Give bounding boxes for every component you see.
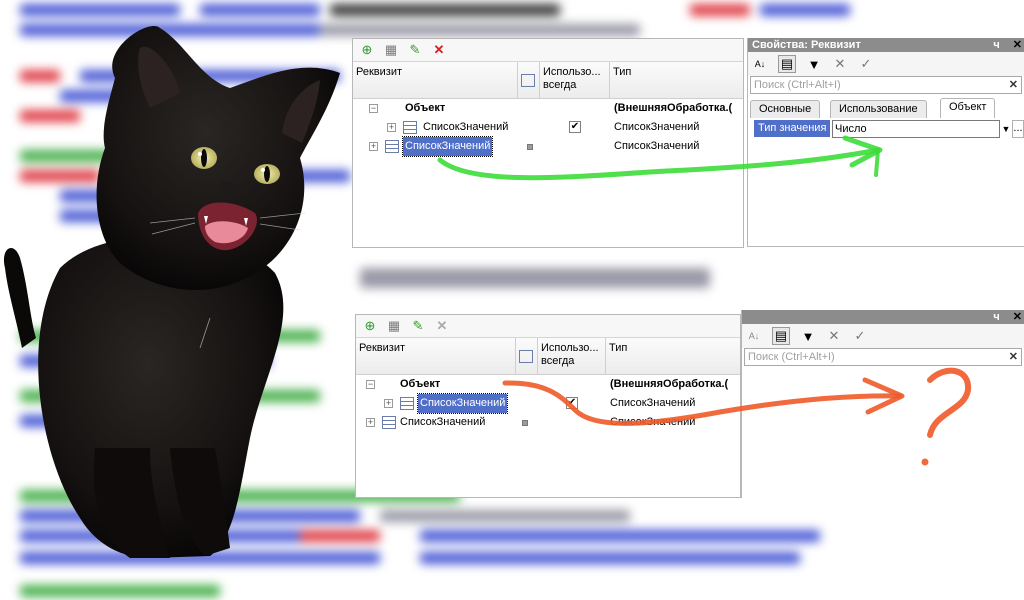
attributes-panel-top: ⊕ ▦ ✎ ✕ Реквизит Использо... всегда Тип … xyxy=(352,38,744,248)
check-icon[interactable]: ✓ xyxy=(852,328,868,344)
pin-icon[interactable]: ч xyxy=(993,39,999,51)
always-used-checkbox[interactable]: ✔ xyxy=(566,397,578,409)
copy-icon[interactable]: ▦ xyxy=(383,42,399,58)
property-label: Тип значения xyxy=(754,120,831,137)
header-column-icon[interactable] xyxy=(518,62,540,98)
expand-icon[interactable]: + xyxy=(366,418,375,427)
copy-icon[interactable]: ▦ xyxy=(386,318,402,334)
row-name-selected: СписокЗначений xyxy=(401,136,494,157)
always-used-indicator[interactable] xyxy=(527,144,533,150)
tab-main[interactable]: Основные xyxy=(750,100,821,118)
properties-tabs: Основные Использование Объект xyxy=(748,98,1024,118)
dropdown-icon[interactable]: ▼ xyxy=(1000,120,1012,138)
attributes-toolbar: ⊕ ▦ ✎ ✕ xyxy=(353,39,743,62)
properties-panel-top: Свойства: Реквизит ч ✕ A↓ ▤ ▼ ✕ ✓ Поиск … xyxy=(747,38,1024,247)
search-placeholder: Поиск (Ctrl+Alt+I) xyxy=(748,351,835,363)
close-icon[interactable]: ✕ xyxy=(1013,311,1022,323)
grid-header: Реквизит Использо... всегда Тип xyxy=(356,338,740,375)
filter-icon[interactable]: ▼ xyxy=(806,56,822,72)
cancel-icon[interactable]: ✕ xyxy=(826,328,842,344)
collapse-icon[interactable]: − xyxy=(369,104,378,113)
row-name: Объект xyxy=(405,102,446,114)
row-type: (ВнешняяОбработка.( xyxy=(610,378,729,390)
header-column-icon[interactable] xyxy=(516,338,538,374)
row-name: СписокЗначений xyxy=(423,121,509,133)
properties-title-bar: Свойства: Реквизит ч ✕ xyxy=(748,38,1024,52)
row-name: Объект xyxy=(400,378,441,390)
close-icon[interactable]: ✕ xyxy=(1013,39,1022,51)
clear-search-icon[interactable]: ✕ xyxy=(1009,77,1018,93)
property-value-type: Тип значения Число ▼ ... xyxy=(748,120,1024,138)
black-cat-image xyxy=(3,26,340,558)
attributes-toolbar: ⊕ ▦ ✎ ✕ xyxy=(356,315,740,338)
table-icon xyxy=(403,121,417,134)
tree-row-value-list-child[interactable]: + СписокЗначений ✔ СписокЗначений xyxy=(356,393,740,414)
row-type: СписокЗначений xyxy=(610,416,696,428)
grid-header: Реквизит Использо... всегда Тип xyxy=(353,62,743,99)
header-always-used[interactable]: Использо... всегда xyxy=(538,338,606,374)
row-type: СписокЗначений xyxy=(614,121,700,133)
table-icon xyxy=(521,74,535,87)
delete-icon[interactable]: ✕ xyxy=(431,42,447,58)
row-type: (ВнешняяОбработка.( xyxy=(614,102,733,114)
add-icon[interactable]: ⊕ xyxy=(359,42,375,58)
properties-title: Свойства: Реквизит xyxy=(752,39,861,51)
add-icon[interactable]: ⊕ xyxy=(362,318,378,334)
categories-icon[interactable]: ▤ xyxy=(778,55,796,73)
always-used-indicator[interactable] xyxy=(522,420,528,426)
expand-icon[interactable]: + xyxy=(387,123,396,132)
edit-icon[interactable]: ✎ xyxy=(407,42,423,58)
header-always-used[interactable]: Использо... всегда xyxy=(540,62,610,98)
pin-icon[interactable]: ч xyxy=(993,311,999,323)
row-name: СписокЗначений xyxy=(400,416,486,428)
row-name-selected: СписокЗначений xyxy=(416,393,509,414)
search-placeholder: Поиск (Ctrl+Alt+I) xyxy=(754,79,841,91)
delete-icon[interactable]: ✕ xyxy=(434,318,450,334)
search-input[interactable]: Поиск (Ctrl+Alt+I) ✕ xyxy=(744,348,1022,366)
properties-toolbar: A↓ ▤ ▼ ✕ ✓ xyxy=(748,52,1024,76)
check-icon[interactable]: ✓ xyxy=(858,56,874,72)
collapse-icon[interactable]: − xyxy=(366,380,375,389)
sort-icon[interactable]: A↓ xyxy=(746,328,762,344)
properties-title-bar: ч ✕ xyxy=(742,310,1024,324)
table-icon xyxy=(382,416,396,429)
ellipsis-button[interactable]: ... xyxy=(1012,120,1024,138)
cancel-icon[interactable]: ✕ xyxy=(832,56,848,72)
sort-icon[interactable]: A↓ xyxy=(752,56,768,72)
property-value-field[interactable]: Число xyxy=(832,120,1000,138)
row-type: СписокЗначений xyxy=(614,140,700,152)
tree-row-value-list[interactable]: + СписокЗначений СписокЗначений xyxy=(353,136,743,157)
edit-icon[interactable]: ✎ xyxy=(410,318,426,334)
header-type[interactable]: Тип xyxy=(606,338,740,374)
tab-usage[interactable]: Использование xyxy=(830,100,927,118)
row-type: СписокЗначений xyxy=(610,397,696,409)
tab-object[interactable]: Объект xyxy=(940,98,996,118)
table-icon xyxy=(519,350,533,363)
expand-icon[interactable]: + xyxy=(369,142,378,151)
tree-row-value-list[interactable]: + СписокЗначений СписокЗначений xyxy=(356,413,740,432)
expand-icon[interactable]: + xyxy=(384,399,393,408)
clear-search-icon[interactable]: ✕ xyxy=(1009,349,1018,365)
table-icon xyxy=(385,140,399,153)
always-used-checkbox[interactable]: ✔ xyxy=(569,121,581,133)
search-input[interactable]: Поиск (Ctrl+Alt+I) ✕ xyxy=(750,76,1022,94)
tree-row-object[interactable]: − Объект (ВнешняяОбработка.( xyxy=(353,99,743,118)
filter-icon[interactable]: ▼ xyxy=(800,328,816,344)
attributes-panel-bottom: ⊕ ▦ ✎ ✕ Реквизит Использо... всегда Тип … xyxy=(355,314,741,498)
header-attribute[interactable]: Реквизит xyxy=(353,62,518,98)
categories-icon[interactable]: ▤ xyxy=(772,327,790,345)
properties-toolbar: A↓ ▤ ▼ ✕ ✓ xyxy=(742,324,1024,348)
table-icon xyxy=(400,397,414,410)
header-attribute[interactable]: Реквизит xyxy=(356,338,516,374)
tree-row-object[interactable]: − Объект (ВнешняяОбработка.( xyxy=(356,375,740,394)
properties-panel-bottom: ч ✕ A↓ ▤ ▼ ✕ ✓ Поиск (Ctrl+Alt+I) ✕ xyxy=(741,310,1024,498)
header-type[interactable]: Тип xyxy=(610,62,743,98)
tree-row-value-list-child[interactable]: + СписокЗначений ✔ СписокЗначений xyxy=(353,118,743,137)
